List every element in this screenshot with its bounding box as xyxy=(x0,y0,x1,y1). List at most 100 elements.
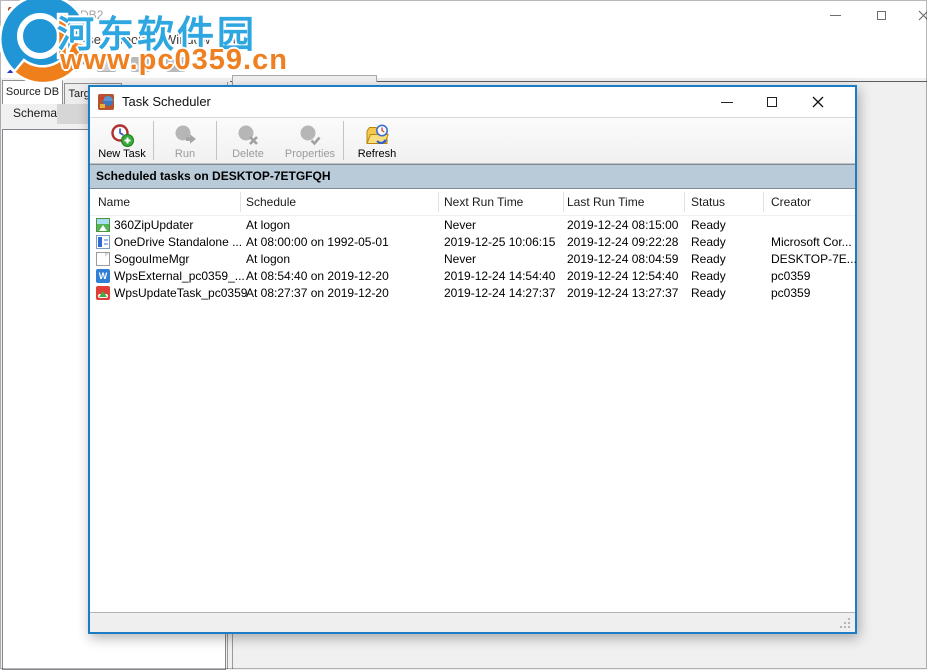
window-title: OracleToDB2 xyxy=(32,0,103,30)
main-toolbar xyxy=(0,50,927,78)
new-task-label: New Task xyxy=(98,148,145,160)
toolbar-grid-icon xyxy=(97,57,116,72)
column-header-schedule[interactable]: Schedule xyxy=(246,189,296,215)
cell-status: Ready xyxy=(691,251,726,268)
cell-next-run: Never xyxy=(444,251,476,268)
tab-source-db[interactable]: Source DB xyxy=(2,80,63,104)
dropdown-arrow-icon[interactable] xyxy=(154,61,160,68)
cell-last-run: 2019-12-24 13:27:37 xyxy=(567,285,678,302)
toolbar-separator xyxy=(153,121,154,160)
menu-database[interactable]: Database xyxy=(45,30,101,50)
maximize-icon xyxy=(877,11,886,20)
column-header-creator[interactable]: Creator xyxy=(771,189,811,215)
dialog-icon xyxy=(98,94,114,110)
refresh-icon xyxy=(365,123,389,147)
schema-label: Schema xyxy=(13,106,57,120)
minimize-icon xyxy=(721,102,733,103)
cell-creator: pc0359 xyxy=(771,268,810,285)
refresh-button[interactable]: Refresh xyxy=(345,118,409,163)
dropdown-arrow-icon[interactable] xyxy=(81,61,87,68)
close-icon xyxy=(812,96,824,108)
column-divider[interactable] xyxy=(240,192,241,212)
column-header-name[interactable]: Name xyxy=(98,189,130,215)
table-row[interactable]: 360ZipUpdater At logon Never 2019-12-24 … xyxy=(90,217,855,234)
connect-user-icon[interactable] xyxy=(4,54,24,74)
close-button[interactable] xyxy=(908,0,927,30)
cell-last-run: 2019-12-24 08:04:59 xyxy=(567,251,678,268)
task-type-icon xyxy=(96,252,110,266)
cell-last-run: 2019-12-24 12:54:40 xyxy=(567,268,678,285)
column-divider[interactable] xyxy=(763,192,764,212)
toolbar-button-1-icon xyxy=(58,57,77,72)
right-panel-tab-edge xyxy=(232,75,377,82)
cell-schedule: At 08:00:00 on 1992-05-01 xyxy=(246,234,389,251)
run-task-icon xyxy=(173,123,197,147)
cell-schedule: At logon xyxy=(246,251,290,268)
table-row[interactable]: WpsUpdateTask_pc0359 At 08:27:37 on 2019… xyxy=(90,285,855,302)
main-window-top: OracleToDB2 File Database Tools Window H… xyxy=(0,0,927,78)
cell-status: Ready xyxy=(691,285,726,302)
table-row[interactable]: WpsExternal_pc0359_... At 08:54:40 on 20… xyxy=(90,268,855,285)
cell-next-run: 2019-12-24 14:54:40 xyxy=(444,268,555,285)
menu-window[interactable]: Window xyxy=(164,30,210,50)
delete-button[interactable]: Delete xyxy=(218,118,278,163)
task-type-icon xyxy=(96,269,110,283)
minimize-button[interactable] xyxy=(820,0,850,30)
dialog-maximize-button[interactable] xyxy=(756,87,788,117)
menu-file[interactable]: File xyxy=(8,30,29,50)
cell-last-run: 2019-12-24 08:15:00 xyxy=(567,217,678,234)
properties-button[interactable]: Properties xyxy=(278,118,342,163)
column-divider[interactable] xyxy=(438,192,439,212)
dialog-minimize-button[interactable] xyxy=(711,87,743,117)
table-row[interactable]: SogouImeMgr At logon Never 2019-12-24 08… xyxy=(90,251,855,268)
task-table-body: 360ZipUpdater At logon Never 2019-12-24 … xyxy=(90,217,855,302)
run-button[interactable]: Run xyxy=(155,118,215,163)
properties-label: Properties xyxy=(285,148,335,160)
task-table-header: Name Schedule Next Run Time Last Run Tim… xyxy=(90,189,855,216)
cell-status: Ready xyxy=(691,268,726,285)
cell-next-run: 2019-12-25 10:06:15 xyxy=(444,234,555,251)
dropdown-arrow-icon[interactable] xyxy=(120,61,126,68)
cell-name: WpsUpdateTask_pc0359 xyxy=(114,285,247,302)
disconnect-user-icon xyxy=(28,54,48,74)
column-header-next-run[interactable]: Next Run Time xyxy=(444,189,523,215)
minimize-icon xyxy=(830,15,841,16)
delete-label: Delete xyxy=(232,148,264,160)
cell-last-run: 2019-12-24 09:22:28 xyxy=(567,234,678,251)
toolbar-separator xyxy=(52,55,53,73)
table-row[interactable]: OneDrive Standalone ... At 08:00:00 on 1… xyxy=(90,234,855,251)
new-task-button[interactable]: New Task xyxy=(92,118,152,163)
cell-schedule: At 08:27:37 on 2019-12-20 xyxy=(246,285,389,302)
cell-creator: pc0359 xyxy=(771,285,810,302)
cell-name: SogouImeMgr xyxy=(114,251,189,268)
dialog-toolbar: New Task Run Delete Properties xyxy=(90,117,855,164)
cell-status: Ready xyxy=(691,234,726,251)
toolbar-separator xyxy=(216,121,217,160)
cell-name: WpsExternal_pc0359_... xyxy=(114,268,245,285)
task-type-icon xyxy=(96,235,110,249)
menu-help[interactable]: Help xyxy=(227,30,254,50)
task-properties-icon xyxy=(298,123,322,147)
column-divider[interactable] xyxy=(563,192,564,212)
new-task-icon xyxy=(110,123,134,147)
close-icon xyxy=(918,10,927,21)
dialog-statusbar xyxy=(90,612,855,632)
cell-name: 360ZipUpdater xyxy=(114,217,193,234)
cell-name: OneDrive Standalone ... xyxy=(114,234,242,251)
column-header-last-run[interactable]: Last Run Time xyxy=(567,189,644,215)
cell-creator: DESKTOP-7E... xyxy=(771,251,857,268)
refresh-label: Refresh xyxy=(358,148,397,160)
menu-bar: File Database Tools Window Help xyxy=(0,30,927,50)
column-divider[interactable] xyxy=(684,192,685,212)
cell-next-run: Never xyxy=(444,217,476,234)
dialog-titlebar: Task Scheduler xyxy=(90,87,855,117)
resize-grip[interactable] xyxy=(848,626,850,628)
menu-tools[interactable]: Tools xyxy=(117,30,147,50)
task-scheduler-dialog: Task Scheduler New Task Run xyxy=(88,85,857,634)
cell-next-run: 2019-12-24 14:27:37 xyxy=(444,285,555,302)
maximize-button[interactable] xyxy=(866,0,896,30)
toolbar-button-4-icon xyxy=(166,57,185,72)
column-header-status[interactable]: Status xyxy=(691,189,725,215)
run-label: Run xyxy=(175,148,195,160)
dialog-close-button[interactable] xyxy=(802,87,834,117)
